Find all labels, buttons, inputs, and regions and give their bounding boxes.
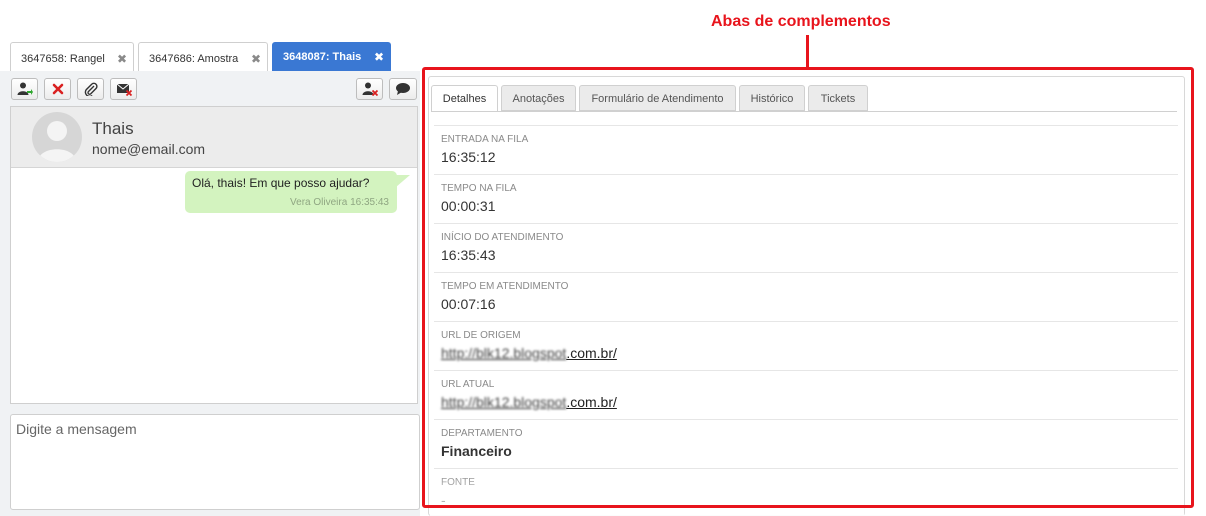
message-meta: Vera Oliveira 16:35:43 — [290, 197, 389, 208]
contact-email: nome@email.com — [92, 141, 206, 157]
block-user-button[interactable] — [356, 78, 383, 100]
comment-button[interactable] — [389, 78, 417, 100]
mail-block-icon — [116, 83, 132, 96]
tab-conversation-rangel[interactable]: 3647658: Rangel ✖ — [10, 42, 134, 71]
tab-label: 3647658: Rangel — [21, 53, 105, 65]
attach-button[interactable] — [77, 78, 104, 100]
chat-message: Olá, thais! Em que posso ajudar? Vera Ol… — [185, 171, 410, 213]
chat-panel: Thais nome@email.com Olá, thais! Em que … — [10, 106, 418, 404]
annotation-highlight-box — [422, 67, 1194, 508]
attachment-icon — [84, 82, 98, 96]
avatar — [32, 112, 82, 162]
annotation-label: Abas de complementos — [711, 13, 891, 30]
chat-bubble-icon — [396, 83, 410, 95]
tab-conversation-thais[interactable]: 3648087: Thais ✖ — [272, 42, 391, 71]
mail-block-button[interactable] — [110, 78, 137, 100]
user-block-icon — [362, 82, 378, 96]
transfer-button[interactable] — [11, 78, 38, 100]
contact-name: Thais — [92, 119, 134, 138]
close-icon[interactable]: ✖ — [117, 52, 127, 66]
tab-conversation-amostra[interactable]: 3647686: Amostra ✖ — [138, 42, 268, 71]
close-x-icon — [52, 83, 63, 95]
close-icon[interactable]: ✖ — [374, 50, 384, 64]
message-text: Olá, thais! Em que posso ajudar? — [192, 176, 370, 190]
tab-label: 3647686: Amostra — [149, 53, 239, 65]
tab-label: 3648087: Thais — [283, 51, 362, 63]
message-input[interactable]: Digite a mensagem — [10, 414, 420, 510]
close-icon[interactable]: ✖ — [251, 52, 261, 66]
message-placeholder: Digite a mensagem — [16, 421, 137, 437]
transfer-user-icon — [17, 82, 33, 95]
annotation-pointer — [806, 35, 809, 69]
close-chat-button[interactable] — [44, 78, 71, 100]
chat-header: Thais nome@email.com — [11, 107, 417, 168]
user-avatar-icon — [38, 121, 76, 162]
